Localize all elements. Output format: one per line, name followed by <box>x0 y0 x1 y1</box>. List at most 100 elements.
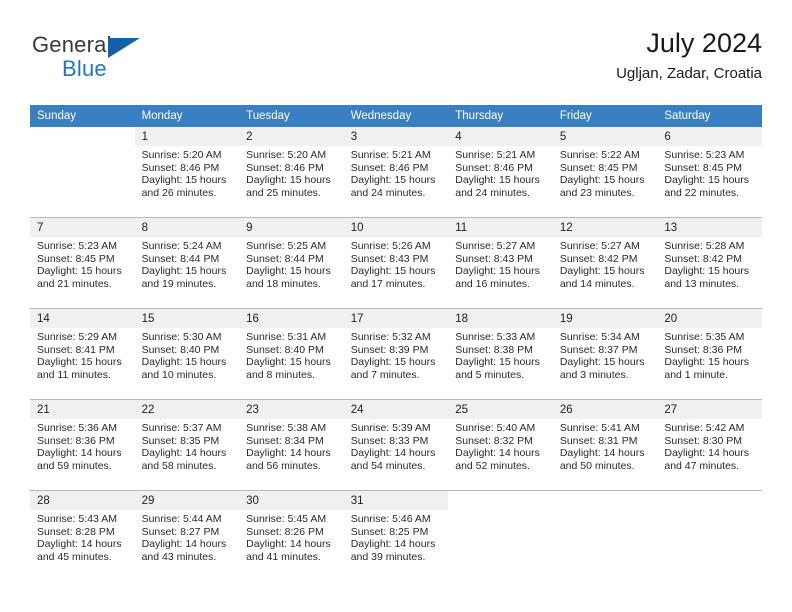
sunrise-text: Sunrise: 5:31 AM <box>246 331 327 343</box>
sunset-text: Sunset: 8:42 PM <box>559 252 638 265</box>
day-number: 20 <box>657 309 762 328</box>
daylight-text-line1: Daylight: 14 hours <box>664 447 750 460</box>
calendar-day-cell[interactable]: 18 Sunrise: 5:33 AM Sunset: 8:38 PM Dayligh… <box>448 308 553 400</box>
sunset-text: Sunset: 8:36 PM <box>664 343 743 356</box>
daylight-text-line2: and 11 minutes. <box>37 368 111 381</box>
day-cell-inner <box>553 491 658 581</box>
daylight-text-line2: and 5 minutes. <box>455 368 525 381</box>
weekday-header-sunday: Sunday <box>30 105 135 127</box>
day-number: 6 <box>657 127 762 146</box>
daylight-text-line1: Daylight: 15 hours <box>246 356 331 369</box>
sunrise-text: Sunrise: 5:36 AM <box>37 422 117 434</box>
day-number <box>448 491 553 510</box>
calendar-day-cell[interactable]: 6 Sunrise: 5:23 AM Sunset: 8:45 PM Daylight… <box>657 127 762 218</box>
day-details: Sunrise: 5:38 AM Sunset: 8:34 PM Daylight:… <box>239 419 344 472</box>
calendar-day-cell[interactable]: 27 Sunrise: 5:42 AM Sunset: 8:30 PM Dayligh… <box>657 399 762 491</box>
calendar-day-cell[interactable]: 26 Sunrise: 5:41 AM Sunset: 8:31 PM Dayligh… <box>552 399 658 491</box>
weekday-header-saturday: Saturday <box>657 105 762 127</box>
calendar-day-cell[interactable]: 4 Sunrise: 5:21 AM Sunset: 8:46 PM Daylight… <box>448 127 553 218</box>
day-number: 10 <box>343 218 449 237</box>
day-details: Sunrise: 5:21 AM Sunset: 8:46 PM Daylight:… <box>344 146 449 199</box>
sunrise-text: Sunrise: 5:24 AM <box>141 240 222 252</box>
calendar-day-cell[interactable]: 2 Sunrise: 5:20 AM Sunset: 8:46 PM Daylight… <box>239 127 344 218</box>
calendar-day-cell[interactable]: 7 Sunrise: 5:23 AM Sunset: 8:45 PM Daylight… <box>30 217 135 309</box>
day-cell-inner: 18 Sunrise: 5:33 AM Sunset: 8:38 PM Dayligh… <box>448 309 553 399</box>
calendar-day-cell[interactable]: 5 Sunrise: 5:22 AM Sunset: 8:45 PM Daylight… <box>552 127 658 218</box>
day-number: 9 <box>239 218 344 237</box>
weekday-header-monday: Monday <box>134 105 240 127</box>
sunset-text: Sunset: 8:40 PM <box>246 343 324 356</box>
page-title: July 2024 <box>646 28 762 58</box>
day-details: Sunrise: 5:35 AM Sunset: 8:36 PM Daylight:… <box>657 328 762 381</box>
day-number: 30 <box>239 491 344 510</box>
calendar-day-cell[interactable]: 15 Sunrise: 5:30 AM Sunset: 8:40 PM Dayligh… <box>134 308 240 400</box>
calendar-day-cell[interactable]: 21 Sunrise: 5:36 AM Sunset: 8:36 PM Dayligh… <box>30 399 135 491</box>
calendar-day-cell[interactable]: 19 Sunrise: 5:34 AM Sunset: 8:37 PM Dayligh… <box>552 308 658 400</box>
page-subtitle: Ugljan, Zadar, Croatia <box>616 65 762 82</box>
sunset-text: Sunset: 8:41 PM <box>37 343 115 356</box>
daylight-text-line1: Daylight: 15 hours <box>664 174 750 187</box>
sunset-text: Sunset: 8:36 PM <box>37 434 115 447</box>
sunset-text: Sunset: 8:26 PM <box>246 525 324 538</box>
brand-name-blue: Blue <box>62 56 107 81</box>
day-details: Sunrise: 5:45 AM Sunset: 8:26 PM Daylight:… <box>239 510 344 563</box>
day-number: 29 <box>134 491 240 510</box>
daylight-text-line2: and 58 minutes. <box>141 459 217 472</box>
daylight-text-line1: Daylight: 15 hours <box>246 265 331 278</box>
day-details: Sunrise: 5:32 AM Sunset: 8:39 PM Daylight:… <box>344 328 449 381</box>
day-cell-inner <box>30 127 135 217</box>
daylight-text-line1: Daylight: 15 hours <box>350 356 436 369</box>
day-cell-inner: 22 Sunrise: 5:37 AM Sunset: 8:35 PM Dayligh… <box>134 400 240 490</box>
calendar-week-row: 14 Sunrise: 5:29 AM Sunset: 8:41 PM Dayligh… <box>30 308 762 400</box>
daylight-text-line2: and 41 minutes. <box>246 550 321 563</box>
calendar-day-cell[interactable]: 25 Sunrise: 5:40 AM Sunset: 8:32 PM Dayligh… <box>448 399 553 491</box>
sunrise-text: Sunrise: 5:29 AM <box>37 331 117 343</box>
day-cell-inner: 15 Sunrise: 5:30 AM Sunset: 8:40 PM Dayligh… <box>134 309 240 399</box>
calendar-day-cell[interactable]: 29 Sunrise: 5:44 AM Sunset: 8:27 PM Dayligh… <box>134 490 240 581</box>
calendar-day-cell[interactable]: 22 Sunrise: 5:37 AM Sunset: 8:35 PM Dayligh… <box>134 399 240 491</box>
calendar-day-cell[interactable]: 11 Sunrise: 5:27 AM Sunset: 8:43 PM Dayligh… <box>448 217 553 309</box>
day-details: Sunrise: 5:39 AM Sunset: 8:33 PM Daylight:… <box>344 419 449 472</box>
calendar-day-cell[interactable]: 13 Sunrise: 5:28 AM Sunset: 8:42 PM Dayligh… <box>657 217 762 309</box>
daylight-text-line2: and 47 minutes. <box>664 459 740 472</box>
sunset-text: Sunset: 8:37 PM <box>559 343 638 356</box>
calendar-day-cell[interactable]: 14 Sunrise: 5:29 AM Sunset: 8:41 PM Dayligh… <box>30 308 135 400</box>
calendar-page: General Blue July 2024 Ugljan, Zadar, Cr… <box>0 0 792 612</box>
day-number: 1 <box>134 127 240 146</box>
day-cell-inner: 30 Sunrise: 5:45 AM Sunset: 8:26 PM Dayligh… <box>239 491 344 581</box>
sunset-text: Sunset: 8:46 PM <box>455 161 533 174</box>
calendar-day-cell[interactable]: 16 Sunrise: 5:31 AM Sunset: 8:40 PM Dayligh… <box>239 308 344 400</box>
calendar-day-cell[interactable]: 17 Sunrise: 5:32 AM Sunset: 8:39 PM Dayligh… <box>343 308 449 400</box>
day-details: Sunrise: 5:43 AM Sunset: 8:28 PM Daylight:… <box>30 510 135 563</box>
calendar-day-cell[interactable]: 8 Sunrise: 5:24 AM Sunset: 8:44 PM Daylight… <box>134 217 240 309</box>
daylight-text-line2: and 24 minutes. <box>350 186 426 199</box>
brand-logo[interactable]: General Blue <box>32 32 262 88</box>
calendar-day-cell[interactable]: 23 Sunrise: 5:38 AM Sunset: 8:34 PM Dayligh… <box>239 399 344 491</box>
calendar-day-cell[interactable]: 9 Sunrise: 5:25 AM Sunset: 8:44 PM Daylight… <box>239 217 344 309</box>
daylight-text-line2: and 23 minutes. <box>559 186 635 199</box>
calendar-day-cell[interactable]: 24 Sunrise: 5:39 AM Sunset: 8:33 PM Dayligh… <box>343 399 449 491</box>
sunset-text: Sunset: 8:46 PM <box>141 161 220 174</box>
day-number: 25 <box>448 400 553 419</box>
day-number: 23 <box>239 400 344 419</box>
daylight-text-line2: and 56 minutes. <box>246 459 321 472</box>
calendar-day-cell[interactable]: 3 Sunrise: 5:21 AM Sunset: 8:46 PM Daylight… <box>343 127 449 218</box>
daylight-text-line1: Daylight: 15 hours <box>559 174 645 187</box>
calendar-day-cell[interactable]: 31 Sunrise: 5:46 AM Sunset: 8:25 PM Dayligh… <box>343 490 449 581</box>
sunset-text: Sunset: 8:27 PM <box>141 525 220 538</box>
day-details: Sunrise: 5:41 AM Sunset: 8:31 PM Daylight:… <box>553 419 658 472</box>
day-number: 19 <box>552 309 658 328</box>
sunset-text: Sunset: 8:38 PM <box>455 343 533 356</box>
calendar-day-cell[interactable]: 20 Sunrise: 5:35 AM Sunset: 8:36 PM Dayligh… <box>657 308 762 400</box>
sunset-text: Sunset: 8:32 PM <box>455 434 533 447</box>
calendar-day-cell[interactable]: 30 Sunrise: 5:45 AM Sunset: 8:26 PM Dayligh… <box>239 490 344 581</box>
day-cell-inner: 31 Sunrise: 5:46 AM Sunset: 8:25 PM Dayligh… <box>343 491 449 581</box>
calendar-day-cell[interactable]: 28 Sunrise: 5:43 AM Sunset: 8:28 PM Dayligh… <box>30 490 135 581</box>
calendar-day-cell[interactable]: 12 Sunrise: 5:27 AM Sunset: 8:42 PM Dayligh… <box>552 217 658 309</box>
day-details: Sunrise: 5:23 AM Sunset: 8:45 PM Daylight:… <box>30 237 135 290</box>
sunrise-text: Sunrise: 5:20 AM <box>246 149 327 161</box>
calendar-day-cell[interactable]: 1 Sunrise: 5:20 AM Sunset: 8:46 PM Daylight… <box>134 127 240 218</box>
calendar-day-cell[interactable]: 10 Sunrise: 5:26 AM Sunset: 8:43 PM Dayligh… <box>343 217 449 309</box>
day-details: Sunrise: 5:40 AM Sunset: 8:32 PM Daylight:… <box>448 419 553 472</box>
day-cell-inner: 16 Sunrise: 5:31 AM Sunset: 8:40 PM Dayligh… <box>239 309 344 399</box>
